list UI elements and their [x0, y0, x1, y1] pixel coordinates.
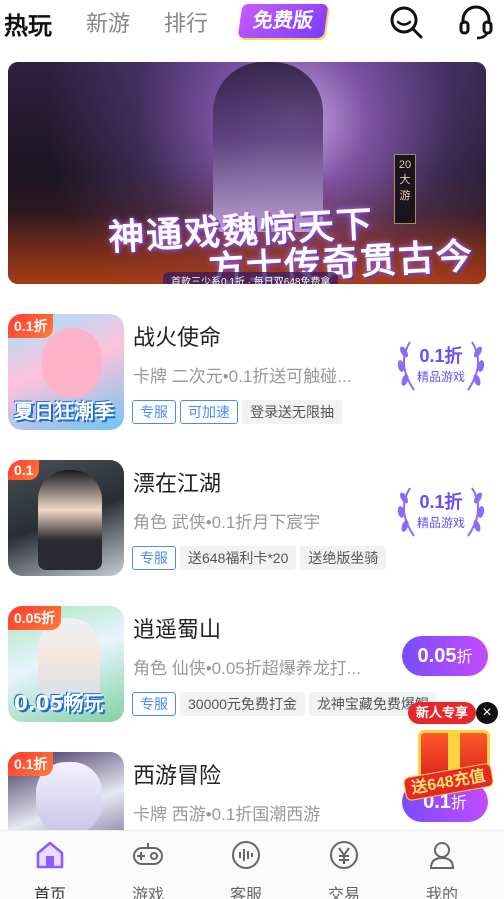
game-name[interactable]: 西游冒险 [133, 758, 221, 790]
search-icon[interactable] [388, 4, 424, 40]
discount-pill[interactable]: 0.05折 [402, 636, 488, 676]
cover-caption: 夏日狂潮季 [14, 399, 114, 423]
tag-promo: 30000元免费打金 [180, 692, 305, 716]
gamepad-icon [133, 843, 163, 865]
game-cover[interactable]: 0.1 [8, 460, 124, 576]
profile-icon [429, 842, 455, 869]
tab-hot[interactable]: 热玩 [4, 6, 52, 41]
nav-label: 游戏 [131, 887, 164, 899]
game-list-item[interactable]: 0.1 漂在江湖 角色 武侠•0.1折月下宸宇 专服 送648福利卡*20 送绝版坐… [8, 460, 504, 580]
discount-laurel-badge[interactable]: 0.1折 精品游戏 [392, 482, 490, 542]
game-cover[interactable]: 0.05折 0.05畅玩 [8, 606, 124, 722]
game-tags: 专服 可加速 登录送无限抽 [132, 400, 346, 426]
cover-discount-badge: 0.1 [8, 460, 40, 480]
nav-label: 首页 [33, 887, 66, 899]
discount-value: 0.1折 [419, 346, 463, 366]
cover-character [38, 470, 102, 570]
discount-value: 0.1折 [419, 492, 463, 512]
game-cover[interactable]: 0.1折 夏日狂潮季 [8, 314, 124, 430]
tag-promo: 送648福利卡*20 [180, 546, 297, 570]
game-tags: 专服 30000元免费打金 龙神宝藏免费爆鲲 [132, 692, 441, 718]
discount-laurel-badge[interactable]: 0.1折 精品游戏 [392, 336, 490, 396]
nav-label: 我的 [425, 887, 458, 899]
cover-discount-badge: 0.05折 [8, 606, 62, 630]
close-icon[interactable]: × [476, 702, 498, 724]
discount-unit: 折 [456, 649, 473, 666]
nav-profile[interactable]: 我的 [392, 831, 492, 899]
game-description: 角色 仙侠•0.05折超爆养龙打... [133, 659, 361, 678]
newcomer-promo-float[interactable]: 新人专享 × 送648充值 [398, 700, 502, 802]
game-description: 角色 武侠•0.1折月下宸宇 [133, 513, 321, 532]
game-list-item[interactable]: 0.1折 夏日狂潮季 战火使命 卡牌 二次元•0.1折送可触碰... 专服 可加速… [8, 314, 504, 434]
tab-new-games[interactable]: 新游 [86, 6, 130, 38]
nav-label: 客服 [229, 887, 262, 899]
promo-banner[interactable]: 20大游 神通戏魏惊天下 方士传奇贯古今 首款三少系0.1折 · 每日双648免… [8, 62, 486, 284]
game-description: 卡牌 二次元•0.1折送可触碰... [133, 367, 352, 386]
customer-service-icon [232, 841, 260, 869]
tag-promo: 登录送无限抽 [242, 400, 342, 424]
discount-subtitle: 精品游戏 [416, 370, 465, 384]
home-icon [36, 841, 64, 869]
promo-header: 新人专享 [408, 702, 477, 724]
discount-subtitle: 精品游戏 [416, 516, 465, 530]
cover-caption: 0.05畅玩 [14, 691, 104, 715]
tag-exclusive-server: 专服 [132, 692, 176, 716]
game-tags: 专服 送648福利卡*20 送绝版坐骑 [132, 546, 390, 572]
game-name[interactable]: 战火使命 [133, 320, 221, 352]
nav-games[interactable]: 游戏 [98, 831, 198, 899]
cover-character [42, 328, 102, 398]
cover-discount-badge: 0.1折 [8, 314, 54, 338]
banner-subline: 首款三少系0.1折 · 每日双648免费拿 [163, 272, 339, 284]
game-name[interactable]: 漂在江湖 [133, 466, 221, 498]
headset-icon[interactable] [458, 4, 494, 40]
discount-number: 0.05 [417, 645, 457, 667]
tab-ranking[interactable]: 排行 [164, 6, 208, 38]
game-name[interactable]: 逍遥蜀山 [133, 612, 221, 644]
nav-home[interactable]: 首页 [0, 831, 100, 899]
top-tab-bar: 热玩 新游 排行 免费版 [0, 0, 504, 50]
tag-promo: 送绝版坐骑 [300, 546, 387, 570]
banner-side-tag: 20大游 [394, 154, 416, 224]
game-description: 卡牌 西游•0.1折国潮西游 [133, 805, 321, 824]
yuan-icon [330, 841, 358, 869]
cover-discount-badge: 0.1折 [8, 752, 54, 776]
tag-accelerate: 可加速 [180, 400, 238, 424]
nav-label: 交易 [327, 887, 360, 899]
nav-customer-service[interactable]: 客服 [196, 831, 296, 899]
nav-trade[interactable]: 交易 [294, 831, 394, 899]
tag-exclusive-server: 专服 [132, 546, 176, 570]
tag-exclusive-server: 专服 [132, 400, 176, 424]
bottom-navigation: 首页 游戏 客服 交易 我的 [0, 830, 504, 899]
free-version-badge[interactable]: 免费版 [237, 4, 329, 38]
